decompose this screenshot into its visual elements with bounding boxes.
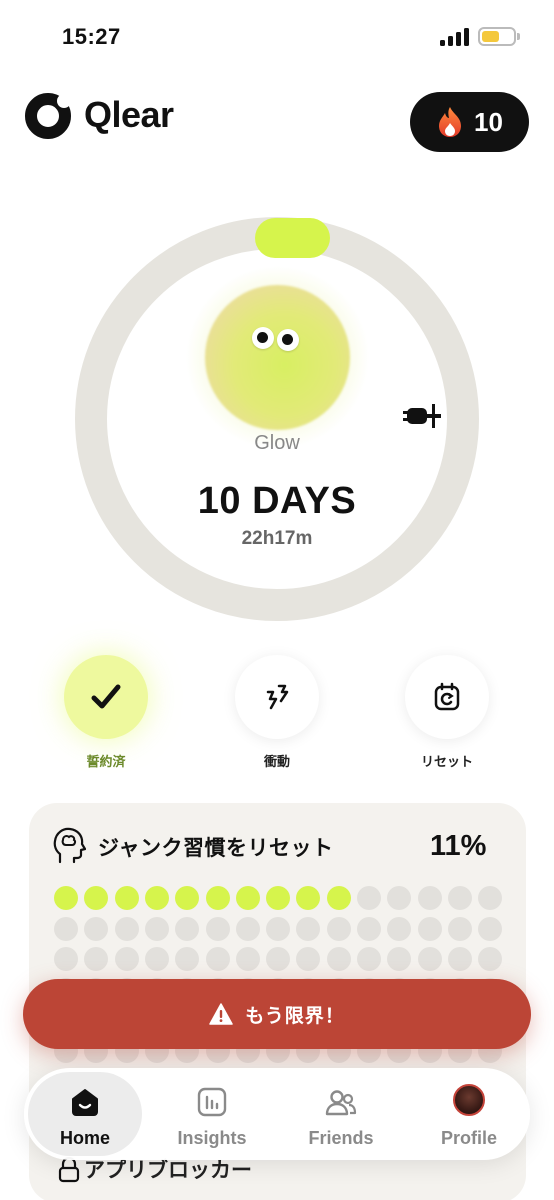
progress-dot (417, 947, 442, 971)
progress-dot (114, 947, 139, 971)
tab-friends-label: Friends (308, 1128, 374, 1148)
lock-icon (58, 1156, 80, 1183)
tab-insights[interactable]: Insights (155, 1068, 269, 1160)
progress-dot (478, 947, 503, 971)
tab-insights-label: Insights (177, 1128, 247, 1148)
signal-icon (440, 28, 470, 46)
calendar-reset-icon (434, 682, 460, 711)
insights-icon (197, 1087, 227, 1117)
urge-button[interactable]: 衝動 (235, 655, 319, 770)
avatar (453, 1084, 485, 1116)
battery-icon (478, 27, 520, 46)
progress-dot (54, 886, 78, 910)
habit-progress-percent: 11% (430, 830, 487, 862)
flame-icon (439, 107, 462, 137)
progress-dot (357, 916, 381, 941)
progress-dot (175, 916, 200, 941)
streak-button[interactable]: 10 (410, 92, 529, 152)
progress-dot (447, 886, 472, 910)
ring-progress-marker[interactable] (255, 218, 330, 258)
habit-card-title: ジャンク習慣をリセット (98, 837, 334, 860)
progress-dot (114, 886, 139, 910)
progress-dot (235, 916, 260, 941)
creature-eye-right (277, 329, 299, 351)
days-count: 10 DAYS (197, 480, 357, 522)
limit-button[interactable]: もう限界！ (23, 979, 531, 1049)
progress-dot (478, 886, 503, 910)
logo-icon (25, 93, 71, 139)
progress-dot (326, 947, 351, 971)
progress-dot (266, 886, 291, 910)
check-icon (91, 684, 121, 709)
tab-friends[interactable]: Friends (284, 1068, 398, 1160)
progress-dot (175, 947, 200, 971)
progress-dot (235, 886, 260, 910)
progress-dot (296, 916, 321, 941)
limit-button-label: もう限界！ (245, 1005, 345, 1027)
progress-dot (266, 947, 291, 971)
pledge-label: 誓約済 (86, 754, 126, 769)
tab-home[interactable]: Home (28, 1072, 142, 1156)
elapsed-time: 22h17m (241, 528, 313, 549)
progress-dot (144, 886, 169, 910)
warning-icon (209, 1003, 234, 1025)
progress-dot (417, 886, 442, 910)
progress-dot (387, 916, 412, 941)
progress-dot (54, 947, 78, 971)
progress-dot (84, 916, 109, 941)
reset-label: リセット (420, 754, 473, 769)
progress-dot (205, 947, 230, 971)
progress-dot (447, 947, 472, 971)
streak-count: 10 (474, 106, 503, 137)
glow-creature[interactable] (205, 285, 350, 430)
plug-icon (403, 404, 441, 428)
brain-head-icon (53, 827, 86, 864)
progress-dot (447, 916, 472, 941)
creature-name: Glow (254, 432, 300, 454)
tab-home-label: Home (59, 1128, 110, 1148)
progress-dot (205, 916, 230, 941)
status-time: 15:27 (62, 24, 121, 49)
progress-dot (144, 916, 169, 941)
pledge-button[interactable]: 誓約済 (64, 655, 148, 770)
progress-dot (326, 886, 351, 910)
urge-lightning-icon (266, 684, 289, 710)
tab-profile[interactable]: Profile (412, 1068, 526, 1160)
progress-dot (54, 916, 78, 941)
progress-dot (357, 947, 381, 971)
progress-dot (114, 916, 139, 941)
progress-dot (478, 916, 503, 941)
progress-dot (326, 916, 351, 941)
progress-dot (205, 886, 230, 910)
progress-dot (266, 916, 291, 941)
urge-label: 衝動 (263, 754, 290, 769)
reset-button[interactable]: リセット (405, 655, 489, 770)
progress-dot (357, 886, 381, 910)
creature-eye-left (252, 327, 274, 349)
app-name: Qlear (84, 94, 174, 135)
tab-bar: Home Insights Friends Profile (24, 1068, 530, 1160)
progress-dot (144, 947, 169, 971)
progress-dot (417, 916, 442, 941)
tab-profile-label: Profile (440, 1128, 497, 1148)
home-icon (72, 1089, 98, 1116)
friends-icon (325, 1090, 357, 1116)
progress-dot (175, 886, 200, 910)
progress-dot (235, 947, 260, 971)
